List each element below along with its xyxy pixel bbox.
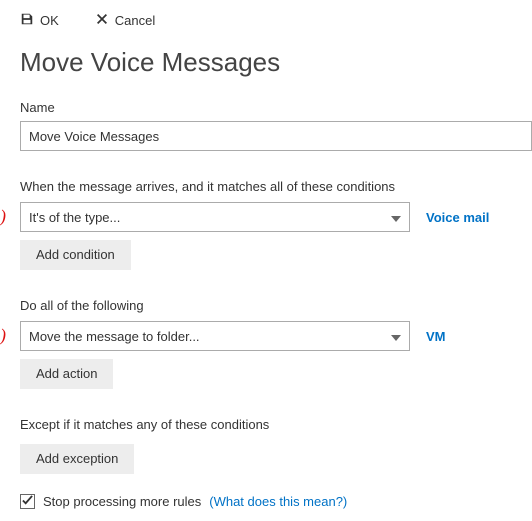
- condition-select-value: It's of the type...: [29, 210, 120, 225]
- conditions-heading: When the message arrives, and it matches…: [20, 179, 532, 194]
- action-type-select[interactable]: Move the message to folder...: [20, 321, 410, 351]
- ok-label: OK: [40, 13, 59, 28]
- ok-button[interactable]: OK: [20, 12, 59, 29]
- stop-processing-checkbox[interactable]: [20, 494, 35, 509]
- add-exception-button[interactable]: Add exception: [20, 444, 134, 474]
- toolbar: OK Cancel: [20, 12, 532, 29]
- chevron-down-icon: [391, 329, 401, 344]
- name-input[interactable]: [20, 121, 532, 151]
- exceptions-heading: Except if it matches any of these condit…: [20, 417, 532, 432]
- cancel-label: Cancel: [115, 13, 155, 28]
- add-condition-button[interactable]: Add condition: [20, 240, 131, 270]
- action-value-link[interactable]: VM: [426, 329, 446, 344]
- checkmark-icon: [22, 494, 33, 509]
- exceptions-section: Except if it matches any of these condit…: [20, 417, 532, 474]
- annotation-mark-icon: ): [0, 325, 6, 346]
- condition-type-select[interactable]: It's of the type...: [20, 202, 410, 232]
- page-title: Move Voice Messages: [20, 47, 532, 78]
- conditions-section: When the message arrives, and it matches…: [20, 179, 532, 270]
- name-section: Name: [20, 100, 532, 151]
- chevron-down-icon: [391, 210, 401, 225]
- stop-processing-label: Stop processing more rules: [43, 494, 201, 509]
- actions-heading: Do all of the following: [20, 298, 532, 313]
- actions-section: Do all of the following ) Move the messa…: [20, 298, 532, 389]
- save-icon: [20, 12, 34, 29]
- action-select-value: Move the message to folder...: [29, 329, 200, 344]
- cancel-button[interactable]: Cancel: [95, 12, 155, 29]
- condition-value-link[interactable]: Voice mail: [426, 210, 489, 225]
- name-label: Name: [20, 100, 532, 115]
- stop-processing-row: Stop processing more rules (What does th…: [20, 494, 532, 509]
- add-action-button[interactable]: Add action: [20, 359, 113, 389]
- close-icon: [95, 12, 109, 29]
- annotation-mark-icon: ): [0, 206, 6, 227]
- what-does-this-mean-link[interactable]: (What does this mean?): [209, 494, 347, 509]
